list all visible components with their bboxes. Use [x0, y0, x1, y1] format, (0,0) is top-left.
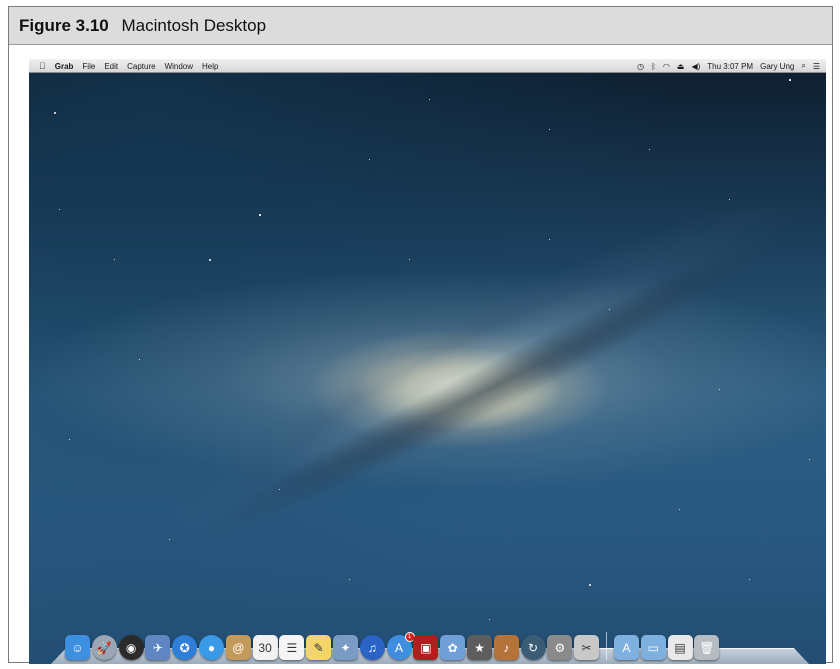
star — [259, 214, 261, 216]
dock-glyph: ☰ — [286, 640, 298, 655]
desktop-screen[interactable]:  Grab File Edit Capture Window Help ◷ ᛒ… — [29, 59, 826, 664]
star — [114, 259, 115, 260]
dock-glyph: 🗑 — [699, 640, 715, 655]
star — [429, 99, 430, 100]
figure-title: Macintosh Desktop — [121, 16, 267, 35]
wifi-icon[interactable]: ◠ — [663, 62, 670, 71]
star — [279, 489, 280, 490]
menu-help[interactable]: Help — [202, 62, 218, 71]
volume-icon[interactable]: ◀) — [691, 62, 700, 71]
star — [549, 129, 550, 130]
dock-separator — [605, 632, 607, 660]
star — [349, 579, 350, 580]
trash-icon[interactable]: 🗑 — [694, 635, 720, 660]
menu-user[interactable]: Gary Ung — [760, 62, 794, 71]
dock-glyph: ▤ — [674, 640, 686, 655]
dock-glyph: ✦ — [340, 640, 351, 655]
calendar-icon[interactable]: 30 — [252, 635, 278, 660]
star — [369, 159, 370, 160]
figure-number: Figure 3.10 — [19, 16, 109, 35]
time-machine-icon[interactable]: ◷ — [637, 62, 644, 71]
dock: ☺ 🚀 ◉ ✈ ✪ ● @30 ☰ ✎ ✦ ♫ A 1 ▣ ✿ ★ ♪ ↻ ⚙ ✂ A ▭ ▤ 🗑 — [51, 625, 809, 664]
star — [54, 112, 56, 114]
photo-booth-icon[interactable]: ▣ — [413, 635, 439, 660]
dock-glyph: ☺ — [71, 640, 84, 655]
mission-control-icon[interactable]: ◉ — [118, 635, 144, 660]
bluetooth-icon[interactable]: ᛒ — [651, 62, 656, 71]
eject-icon[interactable]: ⏏ — [677, 62, 685, 71]
dock-glyph: ✎ — [313, 640, 324, 655]
dock-glyph: A — [395, 640, 404, 655]
messages-icon[interactable]: ● — [198, 635, 224, 660]
star — [59, 209, 60, 210]
downloads-stack-icon[interactable]: ▤ — [667, 635, 693, 660]
star — [139, 359, 140, 360]
apple-logo-icon[interactable]:  — [39, 61, 46, 71]
dock-glyph: ▣ — [420, 640, 432, 655]
dock-glyph: ▭ — [647, 640, 659, 655]
menu-file[interactable]: File — [82, 62, 95, 71]
dock-glyph: 30 — [258, 640, 272, 655]
menu-clock[interactable]: Thu 3:07 PM — [707, 62, 753, 71]
star — [589, 584, 591, 586]
mail-stamp-icon[interactable]: ✈ — [145, 635, 171, 660]
dock-glyph: ● — [207, 640, 216, 655]
dock-glyph: ♪ — [503, 640, 510, 655]
dock-glyph: ⚙ — [554, 640, 566, 655]
star — [649, 149, 650, 150]
dock-glyph: ✈ — [152, 640, 163, 655]
menu-window[interactable]: Window — [165, 62, 193, 71]
figure-frame: Figure 3.10 Macintosh Desktop  Grab Fil… — [8, 6, 833, 664]
finder-icon[interactable]: ☺ — [65, 635, 90, 660]
dock-glyph: ★ — [474, 640, 485, 655]
star — [489, 619, 490, 620]
dock-glyph: ↻ — [528, 640, 539, 655]
dock-glyph: A — [622, 640, 631, 655]
spotlight-search-icon[interactable]: ⌕ — [801, 61, 805, 71]
star — [789, 79, 791, 81]
dock-glyph: ♫ — [367, 640, 377, 655]
menu-bar:  Grab File Edit Capture Window Help ◷ ᛒ… — [29, 59, 826, 73]
dock-icon-row: ☺ 🚀 ◉ ✈ ✪ ● @30 ☰ ✎ ✦ ♫ A 1 ▣ ✿ ★ ♪ ↻ ⚙ ✂ A ▭ ▤ 🗑 — [65, 625, 721, 660]
documents-folder-icon[interactable]: ▭ — [640, 635, 666, 660]
system-preferences-icon[interactable]: ⚙ — [547, 635, 573, 660]
figure-caption: Figure 3.10 Macintosh Desktop — [9, 7, 832, 45]
menu-edit[interactable]: Edit — [104, 62, 118, 71]
grab-icon[interactable]: ✂ — [574, 635, 600, 660]
safari-icon[interactable]: ✪ — [172, 635, 198, 660]
star — [809, 459, 810, 460]
star — [609, 309, 610, 310]
star — [409, 259, 410, 260]
star — [719, 389, 720, 390]
star — [549, 239, 550, 240]
notification-center-icon[interactable]: ☰ — [813, 62, 820, 71]
dock-glyph: ✿ — [447, 640, 458, 655]
star — [69, 439, 70, 440]
star — [679, 509, 680, 510]
garageband-icon[interactable]: ♪ — [493, 635, 519, 660]
dock-glyph: 🚀 — [96, 640, 112, 655]
star — [729, 199, 730, 200]
menu-app-name[interactable]: Grab — [55, 62, 74, 71]
contacts-icon[interactable]: @ — [225, 635, 251, 660]
dock-glyph: ✂ — [581, 640, 592, 655]
app-store-icon[interactable]: A1 — [386, 632, 415, 660]
reminders-icon[interactable]: ☰ — [279, 635, 305, 660]
time-machine-icon[interactable]: ↻ — [520, 635, 546, 660]
dock-glyph: ✪ — [179, 640, 190, 655]
itunes-icon[interactable]: ♫ — [359, 635, 385, 660]
applications-folder-icon[interactable]: A — [613, 635, 639, 660]
star — [209, 259, 211, 261]
launchpad-icon[interactable]: 🚀 — [91, 635, 117, 660]
notes-icon[interactable]: ✎ — [306, 635, 332, 660]
menu-capture[interactable]: Capture — [127, 62, 155, 71]
iphoto-icon[interactable]: ✿ — [440, 635, 466, 660]
dock-glyph: @ — [232, 640, 245, 655]
star — [749, 579, 750, 580]
star — [169, 539, 170, 540]
galaxy-dust-lane — [190, 216, 788, 562]
dock-glyph: ◉ — [125, 640, 137, 655]
imovie-icon[interactable]: ★ — [466, 635, 492, 660]
preview-icon[interactable]: ✦ — [332, 635, 358, 660]
